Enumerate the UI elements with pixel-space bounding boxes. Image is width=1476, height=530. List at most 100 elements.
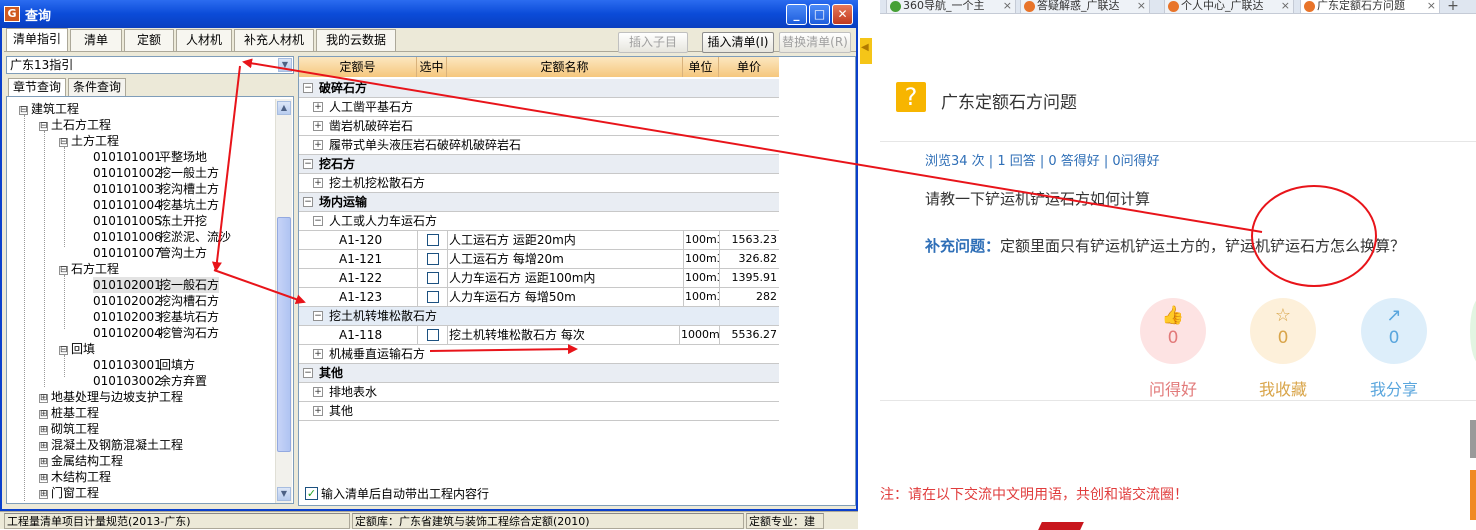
expand-icon[interactable]: ⊞	[39, 458, 48, 467]
tab-supplementary-materials[interactable]: 补充人材机	[234, 29, 314, 51]
tab-my-cloud-data[interactable]: 我的云数据	[316, 29, 396, 51]
grid-sub-row[interactable]: + 履带式单头液压岩石破碎机破碎岩石	[299, 136, 779, 155]
tree-node[interactable]: ⊞ 砌筑工程	[39, 421, 99, 437]
tree-leaf[interactable]: 010101006挖淤泥、流沙	[93, 229, 231, 245]
tree-node[interactable]: ⊞ 金属结构工程	[39, 453, 123, 469]
browser-tab-1[interactable]: 360导航_一个主 ×	[886, 0, 1016, 14]
extra-action-button[interactable]	[1470, 298, 1476, 364]
expand-icon[interactable]: ⊞	[39, 426, 48, 435]
tree-node[interactable]: ⊟ 土方工程	[59, 133, 119, 149]
insert-child-button[interactable]: 插入子目	[618, 32, 688, 53]
page-scrollbar[interactable]	[1470, 420, 1476, 458]
expand-icon[interactable]: ⊞	[39, 490, 48, 499]
col-price[interactable]: 单价	[719, 57, 779, 77]
grid-group-row[interactable]: − 场内运输	[299, 193, 779, 212]
collapse-icon[interactable]: −	[303, 83, 313, 93]
minimize-button[interactable]: _	[786, 4, 807, 25]
close-button[interactable]: ✕	[832, 4, 853, 25]
expand-icon[interactable]: ⊞	[39, 474, 48, 483]
grid-sub-row[interactable]: − 挖土机转堆松散石方	[299, 307, 779, 326]
collapse-icon[interactable]: ⊟	[39, 122, 48, 131]
library-select[interactable]: 广东13指引 ▼	[6, 56, 294, 74]
browser-tab-3[interactable]: 个人中心_广联达 ×	[1164, 0, 1294, 14]
maximize-button[interactable]: □	[809, 4, 830, 25]
tree-node[interactable]: ⊞ 桩基工程	[39, 405, 99, 421]
auto-content-checkbox[interactable]: ✓	[305, 487, 318, 500]
tab-chapter-search[interactable]: 章节查询	[8, 78, 66, 97]
close-icon[interactable]: ×	[1427, 0, 1436, 12]
expand-icon[interactable]: +	[313, 349, 323, 359]
tab-condition-search[interactable]: 条件查询	[68, 78, 126, 96]
tree-leaf[interactable]: 010102004挖管沟石方	[93, 325, 219, 341]
col-unit[interactable]: 单位	[683, 57, 719, 77]
collapse-icon[interactable]: ⊟	[59, 266, 68, 275]
tree-leaf[interactable]: 010101003挖沟槽土方	[93, 181, 219, 197]
tree-node[interactable]: ⊞ 木结构工程	[39, 469, 111, 485]
select-checkbox[interactable]	[427, 329, 439, 341]
expand-icon[interactable]: +	[313, 121, 323, 131]
close-icon[interactable]: ×	[1003, 0, 1012, 12]
expand-icon[interactable]: ⊞	[39, 442, 48, 451]
tree-node[interactable]: ⊟ 回填	[59, 341, 95, 357]
replace-list-button[interactable]: 替换清单(R)	[779, 32, 851, 53]
tree-leaf[interactable]: 010101005冻土开挖	[93, 213, 207, 229]
expand-icon[interactable]: ⊞	[39, 410, 48, 419]
grid-sub-row[interactable]: + 凿岩机破碎岩石	[299, 117, 779, 136]
tree-node[interactable]: ⊞ 门窗工程	[39, 485, 99, 501]
grid-sub-row[interactable]: + 机械垂直运输石方	[299, 345, 779, 364]
grid-sub-row[interactable]: − 人工或人力车运石方	[299, 212, 779, 231]
grid-group-row[interactable]: − 其他	[299, 364, 779, 383]
select-checkbox[interactable]	[427, 234, 439, 246]
grid-group-row[interactable]: − 破碎石方	[299, 79, 779, 98]
favorite-button[interactable]: ☆ 0	[1250, 298, 1316, 364]
col-quota-name[interactable]: 定额名称	[447, 57, 683, 77]
browser-tab-4[interactable]: 广东定额石方问题 ×	[1300, 0, 1440, 14]
close-icon[interactable]: ×	[1281, 0, 1290, 12]
grid-sub-row[interactable]: + 人工凿平基石方	[299, 98, 779, 117]
collapse-icon[interactable]: −	[313, 311, 323, 321]
collapse-icon[interactable]: −	[303, 368, 313, 378]
expand-icon[interactable]: ⊞	[39, 394, 48, 403]
chevron-down-icon[interactable]: ▼	[278, 58, 292, 72]
grid-sub-row[interactable]: + 挖土机挖松散石方	[299, 174, 779, 193]
select-checkbox[interactable]	[427, 272, 439, 284]
grid-group-row[interactable]: − 挖石方	[299, 155, 779, 174]
quota-row[interactable]: A1-118 挖土机转堆松散石方 每次 1000m3 5536.27	[299, 326, 779, 345]
collapse-icon[interactable]: −	[303, 159, 313, 169]
collapse-icon[interactable]: ⊟	[19, 106, 28, 115]
scroll-down-icon[interactable]: ▼	[277, 487, 291, 501]
tree-leaf[interactable]: 010101004挖基坑土方	[93, 197, 219, 213]
quota-row[interactable]: A1-123 人力车运石方 每增50m 100m3 282	[299, 288, 779, 307]
select-checkbox[interactable]	[427, 253, 439, 265]
collapse-icon[interactable]: ⊟	[59, 346, 68, 355]
side-collapse-tab[interactable]: ◀	[860, 38, 872, 64]
tree-node[interactable]: ⊞ 地基处理与边坡支护工程	[39, 389, 183, 405]
dialog-titlebar[interactable]: G 查询 _ □ ✕	[0, 0, 858, 28]
tree-leaf[interactable]: 010102003挖基坑石方	[93, 309, 219, 325]
collapse-icon[interactable]: −	[303, 197, 313, 207]
grid-sub-row[interactable]: + 排地表水	[299, 383, 779, 402]
like-button[interactable]: 👍 0	[1140, 298, 1206, 364]
tree-leaf[interactable]: 010103002余方弃置	[93, 373, 207, 389]
expand-icon[interactable]: +	[313, 140, 323, 150]
scroll-up-icon[interactable]: ▲	[277, 101, 291, 115]
quota-row[interactable]: A1-120 人工运石方 运距20m内 100m3 1563.23	[299, 231, 779, 250]
tab-list-guide[interactable]: 清单指引	[6, 28, 68, 51]
tree-scroll-thumb[interactable]	[277, 217, 291, 452]
share-button[interactable]: ↗ 0	[1361, 298, 1427, 364]
tab-list[interactable]: 清单	[70, 29, 122, 51]
collapse-icon[interactable]: ⊟	[59, 138, 68, 147]
col-quota-code[interactable]: 定额号	[299, 57, 417, 77]
expand-icon[interactable]: +	[313, 102, 323, 112]
quota-row[interactable]: A1-122 人力车运石方 运距100m内 100m3 1395.91	[299, 269, 779, 288]
expand-icon[interactable]: +	[313, 406, 323, 416]
tab-quota[interactable]: 定额	[124, 29, 174, 51]
tree-leaf-selected[interactable]: 010102001挖一般石方	[93, 277, 220, 293]
tree-node[interactable]: ⊟ 土石方工程	[39, 117, 111, 133]
insert-list-button[interactable]: 插入清单(I)	[702, 32, 774, 53]
tree-leaf[interactable]: 010101001平整场地	[93, 149, 207, 165]
expand-icon[interactable]: +	[313, 178, 323, 188]
tab-materials[interactable]: 人材机	[176, 29, 232, 51]
browser-tab-2[interactable]: 答疑解惑_广联达 ×	[1020, 0, 1150, 14]
collapse-icon[interactable]: −	[313, 216, 323, 226]
